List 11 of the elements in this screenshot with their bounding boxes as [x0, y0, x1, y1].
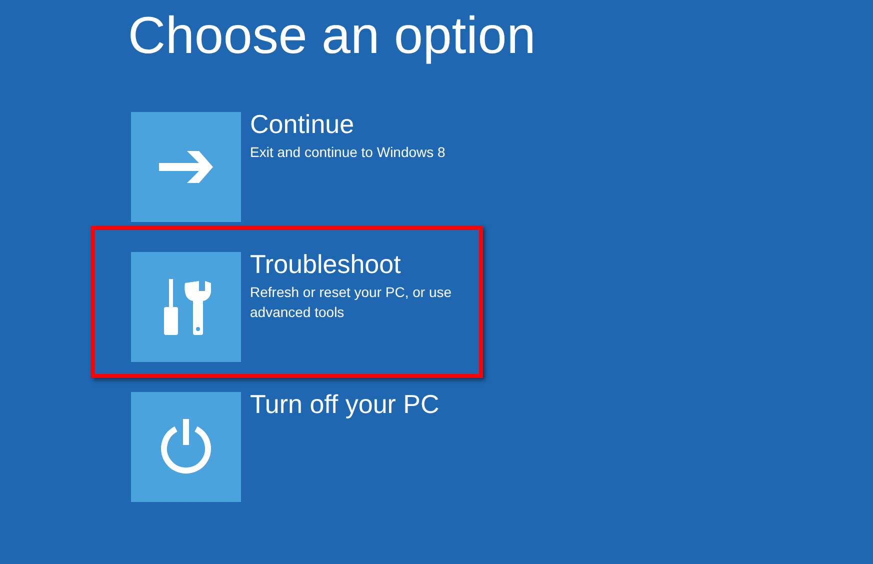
page-heading: Choose an option	[128, 6, 536, 66]
power-icon	[160, 419, 212, 475]
option-description: Refresh or reset your PC, or use advanced tools	[250, 283, 453, 322]
option-title[interactable]: Troubleshoot	[250, 246, 401, 282]
tools-icon	[161, 279, 211, 335]
option-title[interactable]: Turn off your PC	[250, 386, 440, 422]
option-tile[interactable]	[131, 392, 241, 502]
option-tile[interactable]	[131, 252, 241, 362]
option-description: Exit and continue to Windows 8	[250, 143, 446, 162]
option-tile[interactable]	[131, 112, 241, 222]
option-title[interactable]: Continue	[250, 106, 354, 142]
